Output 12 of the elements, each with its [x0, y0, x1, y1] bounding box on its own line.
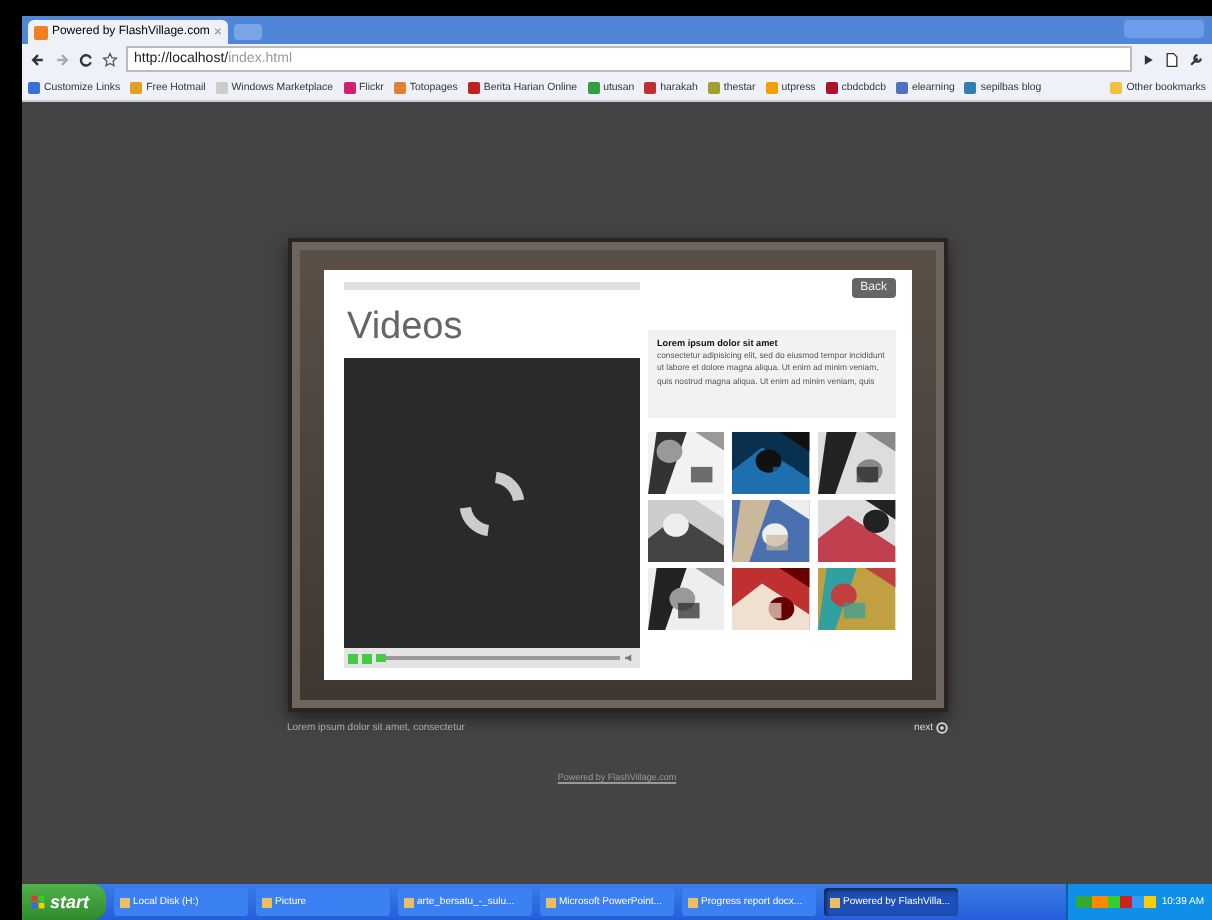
back-icon[interactable]	[30, 51, 46, 67]
tray-icons[interactable]	[1075, 896, 1156, 908]
volume-icon[interactable]	[623, 652, 635, 664]
windows-flag-icon	[30, 894, 46, 910]
reload-icon[interactable]	[78, 51, 94, 67]
page-icon	[34, 25, 48, 39]
page-icon[interactable]	[1164, 51, 1180, 67]
wrench-icon[interactable]	[1188, 51, 1204, 67]
gallery-title: Videos	[347, 306, 465, 350]
play-icon[interactable]	[1140, 51, 1156, 67]
next-icon	[935, 722, 947, 734]
star-icon[interactable]	[102, 51, 118, 67]
